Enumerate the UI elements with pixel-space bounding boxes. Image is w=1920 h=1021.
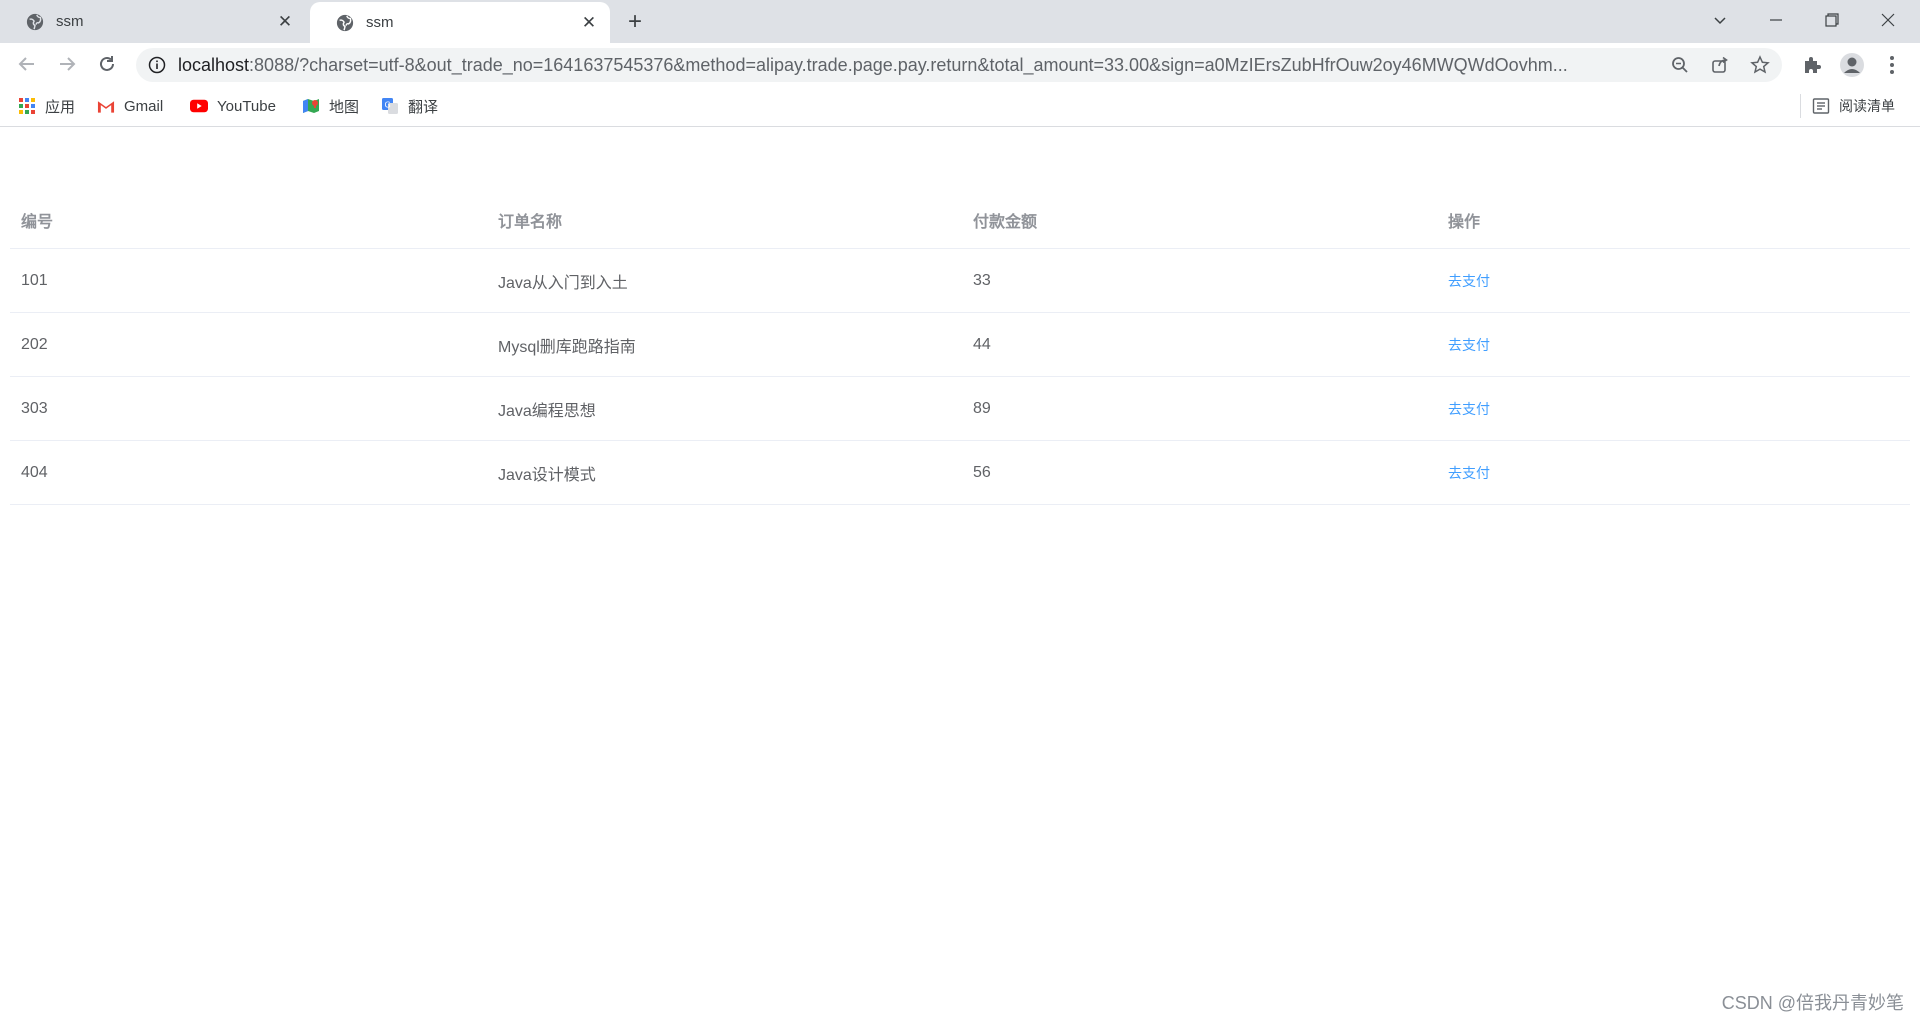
pay-link[interactable]: 去支付 [1448,273,1490,289]
cell-amount: 89 [962,376,1437,441]
new-tab-button[interactable]: + [620,8,650,36]
close-tab-icon[interactable]: ✕ [274,11,296,33]
cell-order-name: Java编程思想 [487,376,962,441]
bookmarks-divider [1800,94,1801,118]
restore-icon[interactable] [1804,0,1860,40]
arrow-right-icon [60,57,76,71]
back-button[interactable] [12,49,42,79]
cell-amount: 33 [962,248,1437,313]
reload-button[interactable] [92,49,122,79]
profile-avatar-icon[interactable] [1838,51,1866,79]
bookmark-gmail[interactable]: Gmail [97,86,163,126]
gmail-icon [97,97,115,115]
cell-order-name: Java从入门到入土 [487,248,962,313]
cell-amount: 44 [962,312,1437,377]
globe-icon [26,13,44,30]
csdn-watermark: CSDN @倍我丹青妙笔 [1721,993,1904,1013]
cell-action: 去支付 [1437,248,1910,313]
forward-button[interactable] [52,49,82,79]
table-header-row: 编号 订单名称 付款金额 操作 [10,191,1910,249]
cell-id: 202 [10,312,487,377]
apps-grid-icon [18,97,36,115]
pay-link[interactable]: 去支付 [1448,337,1490,353]
minimize-icon[interactable] [1748,0,1804,40]
table-row: 101 Java从入门到入土 33 去支付 [10,248,1910,313]
address-bar[interactable]: localhost:8088/?charset=utf-8&out_trade_… [136,48,1782,82]
bookmark-youtube[interactable]: YouTube [190,86,276,126]
cell-id: 101 [10,248,487,313]
zoom-icon[interactable] [1668,53,1692,77]
cell-order-name: Mysql删库跑路指南 [487,312,962,377]
share-icon[interactable] [1708,53,1732,77]
bookmark-label: YouTube [217,97,276,115]
cell-amount: 56 [962,440,1437,505]
page-content: 编号 订单名称 付款金额 操作 101 Java从入门到入土 33 去支付 20… [0,127,1920,1021]
menu-kebab-icon[interactable] [1878,51,1906,79]
bookmark-maps[interactable]: 地图 [302,86,359,126]
pay-link[interactable]: 去支付 [1448,401,1490,417]
arrow-left-icon [18,57,34,71]
reading-list-label: 阅读清单 [1839,98,1895,114]
youtube-icon [190,97,208,115]
url-text[interactable]: localhost:8088/?charset=utf-8&out_trade_… [178,48,1618,82]
pay-link[interactable]: 去支付 [1448,465,1490,481]
extensions-puzzle-icon[interactable] [1798,51,1826,79]
bookmark-label: Gmail [124,97,164,115]
cell-order-name: Java设计模式 [487,440,962,505]
table-row: 303 Java编程思想 89 去支付 [10,376,1910,441]
header-action: 操作 [1437,191,1910,249]
tab-ssm-2[interactable]: ssm ✕ [310,2,610,43]
cell-action: 去支付 [1437,440,1910,505]
translate-icon: G [381,97,399,115]
cell-action: 去支付 [1437,376,1910,441]
bookmark-label: 应用 [45,98,76,116]
bookmark-label: 地图 [329,98,360,116]
cell-id: 404 [10,440,487,505]
window-close-icon[interactable] [1860,0,1916,40]
header-order-name: 订单名称 [487,191,962,249]
svg-text:G: G [385,101,391,110]
globe-icon [336,14,354,31]
bookmark-translate[interactable]: G 翻译 [381,86,438,126]
cell-id: 303 [10,376,487,441]
tab-strip: ssm ✕ ssm ✕ + [0,0,1920,43]
orders-table: 编号 订单名称 付款金额 操作 101 Java从入门到入土 33 去支付 20… [10,191,1910,505]
table-row: 202 Mysql删库跑路指南 44 去支付 [10,312,1910,377]
maps-icon [302,97,320,115]
reading-list-button[interactable]: 阅读清单 [1812,86,1895,126]
bookmark-label: 翻译 [408,98,439,116]
tab-title: ssm [56,13,84,30]
header-id: 编号 [10,191,487,249]
table-row: 404 Java设计模式 56 去支付 [10,440,1910,505]
bookmark-apps[interactable]: 应用 [18,86,75,126]
tab-search-chevron-icon[interactable] [1692,0,1748,40]
url-path: :8088/?charset=utf-8&out_trade_no=164163… [249,55,1568,75]
bookmarks-bar: 应用 Gmail YouTube 地图 G 翻译 阅读清单 [0,86,1920,127]
site-info-icon[interactable] [148,56,166,74]
tab-title: ssm [366,14,394,31]
close-tab-icon[interactable]: ✕ [578,12,600,34]
tab-ssm-1[interactable]: ssm ✕ [0,0,306,43]
url-host: localhost [178,55,250,75]
bookmark-star-icon[interactable] [1748,53,1772,77]
browser-toolbar: localhost:8088/?charset=utf-8&out_trade_… [0,43,1920,86]
reading-list-icon [1812,97,1830,115]
header-amount: 付款金额 [962,191,1437,249]
reload-icon [100,56,114,71]
cell-action: 去支付 [1437,312,1910,377]
